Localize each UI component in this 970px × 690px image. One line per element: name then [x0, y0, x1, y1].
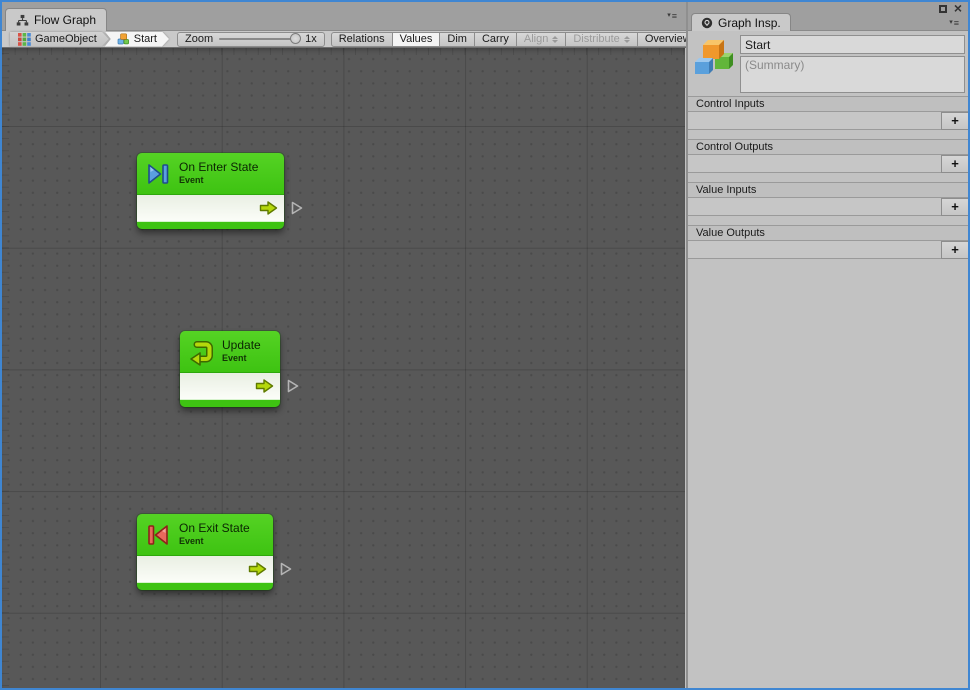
zoom-control: Zoom 1x	[177, 32, 325, 47]
distribute-dropdown-icon	[624, 36, 630, 43]
tab-graph-inspector[interactable]: Graph Insp.	[691, 13, 791, 31]
start-cube-icon	[117, 33, 130, 45]
control-output-port[interactable]	[258, 200, 279, 216]
node-update-header: Update Event	[180, 331, 280, 373]
graph-boxes-icon	[691, 35, 737, 81]
section-header-value-outputs: Value Outputs	[688, 225, 968, 241]
node-update[interactable]: Update Event	[180, 331, 280, 407]
node-on-exit-state-footer	[137, 582, 273, 590]
section-header-control-inputs: Control Inputs	[688, 96, 968, 112]
tab-graph-inspector-label: Graph Insp.	[718, 16, 781, 30]
values-button[interactable]: Values	[392, 32, 441, 47]
gameobject-grid-icon	[18, 33, 31, 46]
node-on-enter-state-titles: On Enter State Event	[179, 161, 258, 185]
node-on-exit-state-body	[137, 556, 273, 582]
tab-flow-graph-label: Flow Graph	[34, 13, 96, 27]
blue-cube	[695, 58, 713, 74]
node-subtitle: Event	[179, 175, 258, 185]
align-button[interactable]: Align	[516, 32, 566, 47]
section-header-value-inputs: Value Inputs	[688, 182, 968, 198]
value-outputs-list: +	[688, 241, 968, 259]
node-subtitle: Event	[222, 353, 261, 363]
graph-summary-block	[688, 32, 968, 93]
add-control-input-button[interactable]: +	[941, 112, 968, 130]
dim-button[interactable]: Dim	[439, 32, 475, 47]
control-output-port[interactable]	[247, 561, 268, 577]
inspector-tab-bar: Graph Insp. ▾≡	[688, 15, 968, 31]
exit-state-icon	[143, 520, 173, 550]
node-on-enter-state-header: On Enter State Event	[137, 153, 284, 195]
node-on-exit-state-titles: On Exit State Event	[179, 522, 250, 546]
flow-graph-icon	[16, 14, 29, 27]
node-title: On Exit State	[179, 522, 250, 536]
close-icon[interactable]: ×	[954, 4, 962, 13]
graph-canvas[interactable]: On Enter State Event	[2, 48, 685, 688]
enter-state-icon	[143, 159, 173, 189]
node-on-enter-state[interactable]: On Enter State Event	[137, 153, 284, 229]
node-title: On Enter State	[179, 161, 258, 175]
left-tab-bar: Flow Graph ▾≡	[2, 2, 686, 31]
distribute-button-label: Distribute	[573, 33, 619, 45]
summary-fields	[740, 35, 965, 93]
breadcrumb-start-label: Start	[134, 33, 157, 45]
node-subtitle: Event	[179, 536, 250, 546]
graph-summary-input[interactable]	[740, 56, 965, 93]
value-inputs-list: +	[688, 198, 968, 216]
breadcrumb-start[interactable]: Start	[105, 32, 169, 47]
add-control-output-button[interactable]: +	[941, 155, 968, 173]
port-connector-triangle-icon[interactable]	[286, 378, 300, 394]
distribute-button[interactable]: Distribute	[565, 32, 637, 47]
inspector-content: Control Inputs + Control Outputs + Value…	[688, 32, 968, 688]
relations-button-label: Relations	[339, 33, 385, 45]
node-on-enter-state-footer	[137, 221, 284, 229]
values-button-label: Values	[400, 33, 433, 45]
align-button-label: Align	[524, 33, 548, 45]
flow-graph-window: Flow Graph ▾≡ GameObject	[0, 0, 970, 690]
maximize-icon[interactable]	[939, 5, 947, 13]
node-update-titles: Update Event	[222, 339, 261, 363]
node-update-body	[180, 373, 280, 399]
section-header-control-outputs: Control Outputs	[688, 139, 968, 155]
graph-inspector-icon	[701, 17, 713, 29]
add-value-output-button[interactable]: +	[941, 241, 968, 259]
zoom-slider[interactable]	[219, 38, 299, 40]
control-output-port[interactable]	[254, 378, 275, 394]
zoom-level-value: 1x	[305, 33, 317, 45]
carry-button-label: Carry	[482, 33, 509, 45]
flow-graph-panel: Flow Graph ▾≡ GameObject	[2, 2, 686, 688]
zoom-slider-thumb[interactable]	[290, 33, 301, 44]
node-title: Update	[222, 339, 261, 353]
node-on-enter-state-body	[137, 195, 284, 221]
port-connector-triangle-icon[interactable]	[279, 561, 293, 577]
graph-inspector-panel: × Graph Insp. ▾≡	[688, 2, 968, 688]
align-dropdown-icon	[552, 36, 558, 43]
dim-button-label: Dim	[447, 33, 467, 45]
pane-menu-icon[interactable]: ▾≡	[949, 18, 960, 28]
orange-cube	[703, 40, 724, 59]
relations-button[interactable]: Relations	[331, 32, 393, 47]
carry-button[interactable]: Carry	[474, 32, 517, 47]
graph-toolbar: GameObject Start Zoom 1x Rel	[2, 31, 686, 48]
add-value-input-button[interactable]: +	[941, 198, 968, 216]
breadcrumb: GameObject Start	[10, 32, 169, 47]
zoom-label: Zoom	[185, 33, 213, 45]
tab-flow-graph[interactable]: Flow Graph	[5, 8, 107, 31]
control-inputs-list: +	[688, 112, 968, 130]
pane-menu-icon[interactable]: ▾≡	[667, 11, 678, 21]
node-update-footer	[180, 399, 280, 407]
node-on-exit-state-header: On Exit State Event	[137, 514, 273, 556]
node-on-exit-state[interactable]: On Exit State Event	[137, 514, 273, 590]
graph-title-input[interactable]	[740, 35, 965, 54]
control-outputs-list: +	[688, 155, 968, 173]
overview-button-label: Overview	[645, 33, 691, 45]
breadcrumb-gameobject-label: GameObject	[35, 33, 97, 45]
update-icon	[186, 337, 216, 367]
breadcrumb-gameobject[interactable]: GameObject	[10, 32, 109, 47]
port-connector-triangle-icon[interactable]	[290, 200, 304, 216]
